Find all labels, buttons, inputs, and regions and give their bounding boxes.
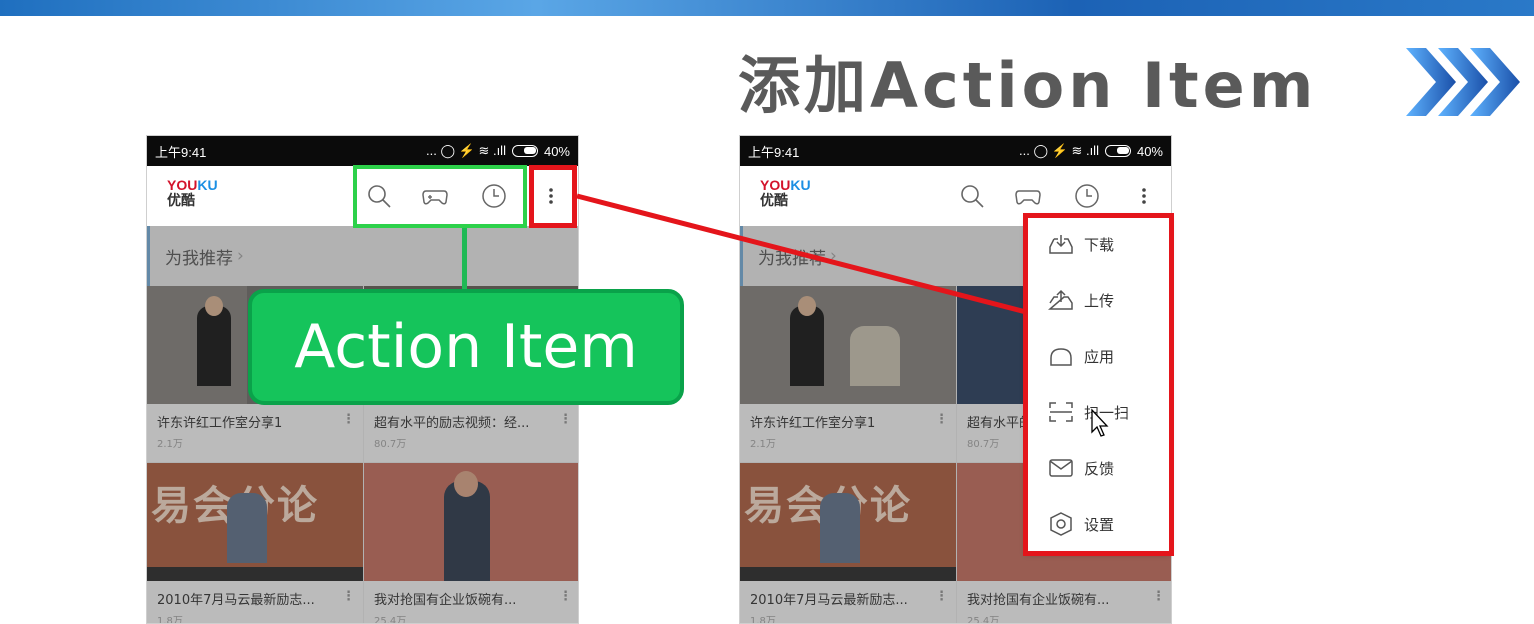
slide-title: 添加Action Item — [738, 49, 1318, 122]
action-item-callout: Action Item — [248, 289, 684, 405]
battery-icon — [511, 145, 538, 157]
gamepad-icon[interactable] — [1014, 182, 1042, 210]
history-icon[interactable] — [1073, 182, 1101, 210]
battery-level: 40% — [1136, 143, 1163, 159]
popup-menu-highlight — [1023, 213, 1174, 556]
callout-stem — [462, 228, 467, 292]
status-icons: ... ◯ ⚡ ≋ .ıll — [1019, 143, 1099, 158]
youku-logo: YOUKU 优酷 — [167, 177, 218, 209]
dim-overlay — [147, 226, 578, 623]
chevron-arrows-icon — [1406, 48, 1520, 116]
status-bar: 上午9:41 ... ◯ ⚡ ≋ .ıll 40% — [740, 136, 1171, 166]
status-time: 上午9:41 — [748, 144, 800, 160]
youku-logo: YOUKU 优酷 — [760, 177, 811, 209]
status-icons: ... ◯ ⚡ ≋ .ıll — [426, 143, 506, 158]
status-bar: 上午9:41 ... ◯ ⚡ ≋ .ıll 40% — [147, 136, 578, 166]
action-items-highlight — [353, 165, 527, 228]
overflow-button-highlight — [529, 165, 577, 228]
battery-icon — [1104, 145, 1131, 157]
status-time: 上午9:41 — [155, 144, 207, 160]
battery-level: 40% — [543, 143, 570, 159]
slide-top-band — [0, 0, 1534, 16]
search-icon[interactable] — [958, 182, 986, 210]
overflow-menu-icon[interactable] — [1130, 182, 1158, 210]
